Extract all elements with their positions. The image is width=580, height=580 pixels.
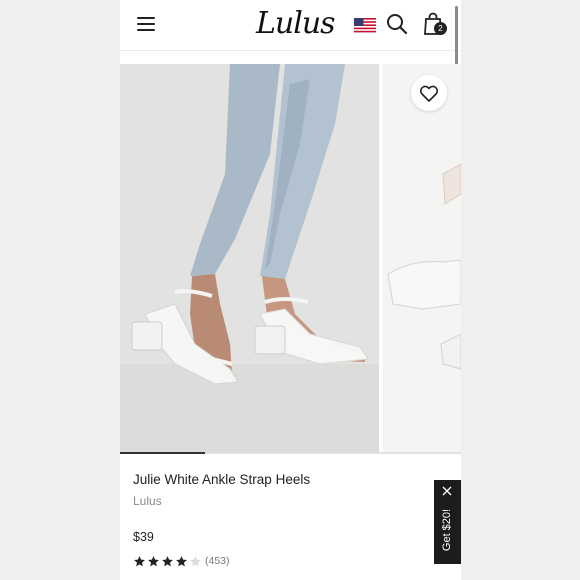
review-count[interactable]: (453) bbox=[205, 555, 230, 567]
product-photo-illustration bbox=[120, 64, 379, 454]
carousel-progress bbox=[120, 452, 461, 454]
star-filled-icon bbox=[162, 555, 173, 566]
rating-stars bbox=[133, 555, 203, 568]
backdrop-left bbox=[0, 0, 120, 580]
top-nav: Lulus 2 bbox=[120, 0, 461, 51]
product-image-secondary[interactable] bbox=[383, 64, 461, 454]
phone-screen: Lulus 2 Julie White Ankle Strap Heels Lu… bbox=[120, 0, 461, 580]
product-image-carousel[interactable] bbox=[120, 64, 461, 454]
logo[interactable]: Lulus bbox=[256, 6, 336, 42]
product-image-main[interactable] bbox=[120, 64, 379, 454]
hamburger-menu-icon[interactable] bbox=[137, 17, 155, 31]
product-rating[interactable]: (453) bbox=[133, 554, 230, 568]
star-filled-icon bbox=[134, 555, 145, 566]
product-photo-illustration-2 bbox=[383, 64, 461, 454]
logo-text: Lulus bbox=[256, 6, 336, 41]
heart-icon bbox=[419, 85, 439, 102]
wishlist-button[interactable] bbox=[411, 75, 447, 111]
promo-tab[interactable]: Get $20! bbox=[434, 480, 461, 564]
product-price: $39 bbox=[133, 530, 154, 544]
star-filled-icon bbox=[176, 555, 187, 566]
cart-count-badge: 2 bbox=[434, 22, 447, 35]
carousel-progress-fill bbox=[120, 452, 205, 454]
product-brand[interactable]: Lulus bbox=[133, 494, 162, 508]
us-flag-icon[interactable] bbox=[354, 18, 376, 33]
star-filled-icon bbox=[148, 555, 159, 566]
backdrop-right bbox=[461, 0, 580, 580]
product-title: Julie White Ankle Strap Heels bbox=[133, 472, 311, 487]
search-icon[interactable] bbox=[386, 13, 408, 35]
promo-label: Get $20! bbox=[441, 508, 453, 552]
star-empty-icon bbox=[190, 555, 201, 566]
